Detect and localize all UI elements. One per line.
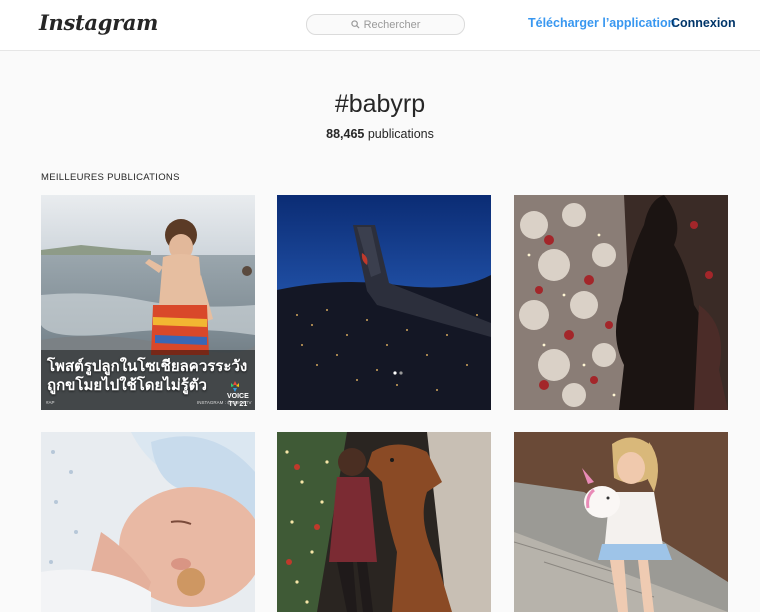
post-thumbnail[interactable]: [514, 195, 728, 410]
post-overlay-line-1: โพสต์รูปลูกในโซเชียลควรระวัง: [47, 358, 248, 375]
post-image-girl-with-unicorn: [514, 432, 728, 612]
post-image-airplane-wing-city: [277, 195, 491, 410]
post-source-label: #AP: [46, 400, 55, 405]
post-thumbnail[interactable]: [514, 432, 728, 612]
publication-count-label: publications: [367, 127, 434, 141]
top-navigation-bar: Instagram Rechercher Télécharger l’appli…: [0, 0, 760, 51]
top-posts-heading: MEILLEURES PUBLICATIONS: [41, 172, 180, 183]
post-overlay-line-2: ถูกขโมยไปใช้โดยไม่รู้ตัว: [47, 377, 207, 394]
post-thumbnail[interactable]: [277, 432, 491, 612]
post-image-newborn-baby: [41, 432, 255, 612]
search-placeholder: Rechercher: [363, 18, 421, 31]
publication-count: 88,465 publications: [0, 127, 760, 141]
post-credit-label: INSTAGRAM : @VOICETV: [197, 400, 252, 405]
search-input[interactable]: Rechercher: [306, 14, 465, 35]
post-image-christmas-silhouette: [514, 195, 728, 410]
page-title: #babyrp: [334, 90, 426, 118]
post-overlay-caption: โพสต์รูปลูกในโซเชียลควรระวัง ถูกขโมยไปใช…: [47, 357, 247, 395]
post-thumbnail[interactable]: โพสต์รูปลูกในโซเชียลควรระวัง ถูกขโมยไปใช…: [41, 195, 255, 410]
publication-count-number: 88,465: [326, 127, 365, 141]
search-icon: [350, 20, 360, 29]
login-link[interactable]: Connexion: [671, 16, 736, 30]
instagram-logo[interactable]: Instagram: [39, 10, 158, 35]
post-image-girl-and-dog: [277, 432, 491, 612]
download-app-link[interactable]: Télécharger l’application: [528, 16, 675, 30]
post-thumbnail[interactable]: [277, 195, 491, 410]
voice-tv-icon: [231, 381, 239, 392]
post-thumbnail[interactable]: [41, 432, 255, 612]
